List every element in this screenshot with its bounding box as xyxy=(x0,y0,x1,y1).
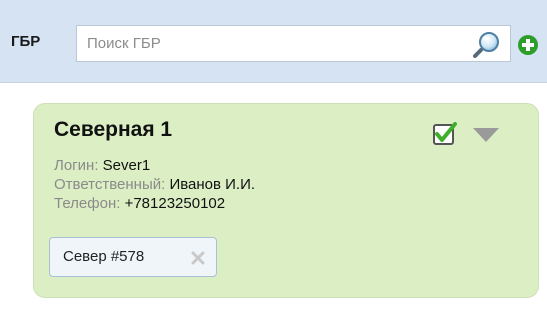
header-divider xyxy=(0,82,547,83)
login-value: Sever1 xyxy=(102,157,151,174)
chevron-down-icon[interactable] xyxy=(472,127,500,143)
search-icon[interactable] xyxy=(472,30,502,58)
card-title: Северная 1 xyxy=(54,118,173,141)
search-box xyxy=(76,25,511,62)
header-bar: ГБР xyxy=(0,0,547,82)
phone-value: +78123250102 xyxy=(124,195,226,212)
remove-tag-icon[interactable] xyxy=(191,251,205,265)
phone-label: Телефон: xyxy=(54,195,121,212)
checkbox-checked-icon[interactable] xyxy=(432,121,460,147)
gbr-card[interactable]: Северная 1 Логин: Sever1 Ответственный: … xyxy=(33,103,539,298)
login-label: Логин: xyxy=(54,157,99,174)
object-tag[interactable]: Север #578 xyxy=(49,237,217,277)
tag-label: Север #578 xyxy=(63,248,145,265)
add-icon[interactable] xyxy=(517,34,539,56)
responsible-value: Иванов И.И. xyxy=(169,176,256,193)
search-input[interactable] xyxy=(77,26,457,61)
page-title: ГБР xyxy=(11,33,41,50)
login-line: Логин: Sever1 xyxy=(54,157,150,175)
responsible-label: Ответственный: xyxy=(54,176,166,193)
responsible-line: Ответственный: Иванов И.И. xyxy=(54,176,255,194)
phone-line: Телефон: +78123250102 xyxy=(54,195,225,213)
